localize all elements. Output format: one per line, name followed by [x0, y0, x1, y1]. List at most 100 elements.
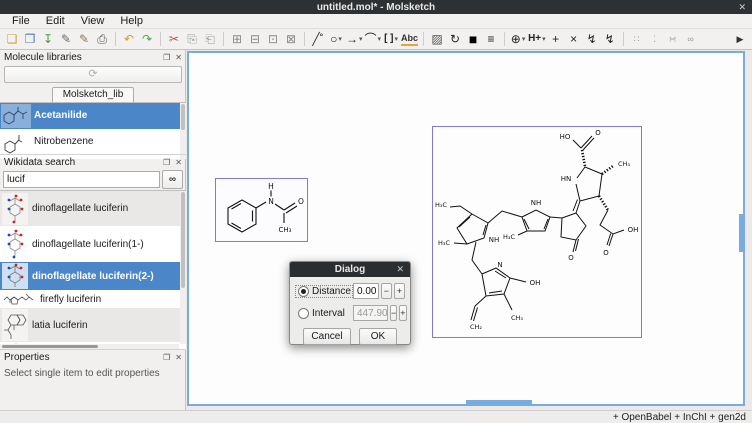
search-button[interactable]: ∞ [162, 170, 183, 189]
list-item-latia-luciferin[interactable]: latia luciferin [0, 308, 186, 342]
wikidata-scrollbar[interactable] [180, 191, 186, 344]
dialog-title: Dialog [335, 264, 366, 275]
align-bottom-tool-icon[interactable]: ∷ [629, 30, 645, 48]
align-center-tool-icon[interactable]: ⁚ [647, 30, 663, 48]
list-item-dinoflagellate-luciferin-2[interactable]: dinoflagellate luciferin(2-) [0, 262, 186, 290]
redo-icon[interactable]: ↷ [139, 30, 155, 48]
zoom-fit-icon[interactable]: ⊠ [283, 30, 299, 48]
status-text: + OpenBabel + InChI + gen2d [613, 412, 746, 423]
copy-icon[interactable]: ⎘ [184, 30, 200, 48]
molecule-acetanilide[interactable]: H N O CH₃ [215, 178, 308, 247]
atom-label: CH₃ [511, 314, 523, 322]
molecule-luciferin[interactable]: HO O CH₃ HN H₃C NH H₃C NH H₃C O OH O N O… [432, 126, 642, 343]
print-icon[interactable]: ⎙ [94, 30, 110, 48]
menu-edit[interactable]: Edit [38, 14, 73, 29]
toolbar-separator [423, 32, 424, 46]
binoculars-icon: ∞ [169, 174, 176, 185]
toolbar-overflow-icon[interactable]: ▶ [732, 30, 748, 48]
open-file-icon[interactable]: ❒ [22, 30, 38, 48]
save-icon[interactable]: ↧ [40, 30, 56, 48]
interval-decrement-button[interactable]: − [390, 305, 397, 321]
list-item-nitrobenzene[interactable]: Nitrobenzene [0, 129, 186, 155]
delete-tool-icon[interactable]: × [566, 30, 582, 48]
zoom-in-icon[interactable]: ⊞ [229, 30, 245, 48]
curved-arrow-tool-icon[interactable]: ⌒▾ [365, 30, 382, 48]
dropdown-arrow-icon[interactable]: ▾ [395, 35, 399, 43]
molecule-thumbnail [1, 104, 31, 128]
float-panel-icon[interactable]: ❐ [163, 158, 170, 167]
new-document-icon[interactable]: ❏ [4, 30, 20, 48]
dropdown-arrow-icon[interactable]: ▾ [359, 35, 363, 43]
color-swatch-icon[interactable]: ■ [465, 30, 481, 48]
interval-radio[interactable] [298, 308, 309, 319]
canvas-horizontal-scrollbar[interactable] [466, 400, 532, 404]
atom-label: H [268, 182, 274, 191]
arrow-tool-icon[interactable]: →▾ [346, 30, 363, 48]
menu-file[interactable]: File [4, 14, 38, 29]
distribute-tool-icon[interactable]: ∞ [683, 30, 699, 48]
atom-label: HN [561, 175, 572, 183]
distance-decrement-button[interactable]: − [381, 283, 392, 299]
ring-tool-icon[interactable]: ○▾ [328, 30, 344, 48]
menu-view[interactable]: View [73, 14, 113, 29]
main-canvas[interactable]: H N O CH₃ [187, 51, 745, 406]
float-panel-icon[interactable]: ❐ [163, 53, 170, 62]
canvas-vertical-scrollbar[interactable] [739, 214, 743, 252]
cut-icon[interactable]: ✂ [166, 30, 182, 48]
molecule-libraries-header: Molecule libraries ❐ ✕ [0, 50, 186, 64]
draw-tool-icon[interactable]: ╱˚ [310, 30, 326, 48]
charge-tool-icon[interactable]: ⊕▾ [510, 30, 526, 48]
hatch-tool-icon[interactable]: ▨ [429, 30, 445, 48]
list-item-dinoflagellate-luciferin[interactable]: dinoflagellate luciferin [0, 191, 186, 226]
zoom-original-icon[interactable]: ⊡ [265, 30, 281, 48]
hydrogen-tool-icon[interactable]: H+▾ [528, 30, 546, 48]
rotate-tool-icon[interactable]: ↻ [447, 30, 463, 48]
atom-label: O [298, 197, 304, 206]
menu-help[interactable]: Help [112, 14, 151, 29]
dialog-title-bar[interactable]: Dialog ✕ [290, 262, 410, 277]
export-icon[interactable]: ✎ [76, 30, 92, 48]
align-top-tool-icon[interactable]: ∺ [665, 30, 681, 48]
float-panel-icon[interactable]: ❐ [163, 353, 170, 362]
list-item-label: firefly luciferin [40, 294, 101, 305]
distance-increment-button[interactable]: + [394, 283, 405, 299]
list-item-firefly-luciferin[interactable]: firefly luciferin [0, 290, 186, 308]
close-panel-icon[interactable]: ✕ [175, 353, 182, 362]
wikidata-result-list: dinoflagellate luciferin dinoflagellate … [0, 190, 186, 349]
distance-radio[interactable] [298, 286, 309, 297]
reaction-arrow-tool-icon[interactable]: ↯ [602, 30, 618, 48]
refresh-libraries-button[interactable]: ⟳ [4, 66, 182, 83]
list-item-acetanilide[interactable]: Acetanilide [0, 103, 186, 129]
dialog-buttons: Cancel OK [290, 328, 410, 345]
dialog-window[interactable]: Dialog ✕ Distance 0.00 − + Interval 447.… [289, 261, 411, 345]
zoom-out-icon[interactable]: ⊟ [247, 30, 263, 48]
undo-icon[interactable]: ↶ [121, 30, 137, 48]
save-as-icon[interactable]: ✎ [58, 30, 74, 48]
cancel-button[interactable]: Cancel [303, 328, 351, 345]
paste-icon[interactable]: ⎗ [202, 30, 218, 48]
tab-molsketch-lib[interactable]: Molsketch_lib [52, 87, 135, 102]
dropdown-arrow-icon[interactable]: ▾ [542, 35, 546, 43]
library-scrollbar[interactable] [180, 103, 186, 159]
increment-tool-icon[interactable]: + [548, 30, 564, 48]
dropdown-arrow-icon[interactable]: ▾ [522, 35, 526, 43]
bracket-tool-icon[interactable]: [ ]▾ [383, 30, 399, 48]
dropdown-arrow-icon[interactable]: ▾ [378, 35, 382, 43]
line-width-icon[interactable]: ≡ [483, 30, 499, 48]
dropdown-arrow-icon[interactable]: ▾ [338, 35, 342, 43]
distance-value-field[interactable]: 0.00 [353, 283, 379, 299]
window-close-icon[interactable]: ✕ [738, 0, 746, 14]
mechanism-arrow-tool-icon[interactable]: ↯ [584, 30, 600, 48]
toolbar-separator [223, 32, 224, 46]
search-input[interactable] [3, 171, 160, 188]
close-panel-icon[interactable]: ✕ [175, 158, 182, 167]
interval-increment-button[interactable]: + [399, 305, 406, 321]
ok-button[interactable]: OK [359, 328, 397, 345]
list-item-dinoflagellate-luciferin-1[interactable]: dinoflagellate luciferin(1-) [0, 226, 186, 262]
interval-value-field[interactable]: 447.90 [353, 305, 388, 321]
close-panel-icon[interactable]: ✕ [175, 53, 182, 62]
text-tool-icon[interactable]: Abc [401, 30, 418, 48]
dialog-close-icon[interactable]: ✕ [396, 264, 404, 275]
interval-label: Interval [312, 308, 350, 319]
toolbar-separator [304, 32, 305, 46]
